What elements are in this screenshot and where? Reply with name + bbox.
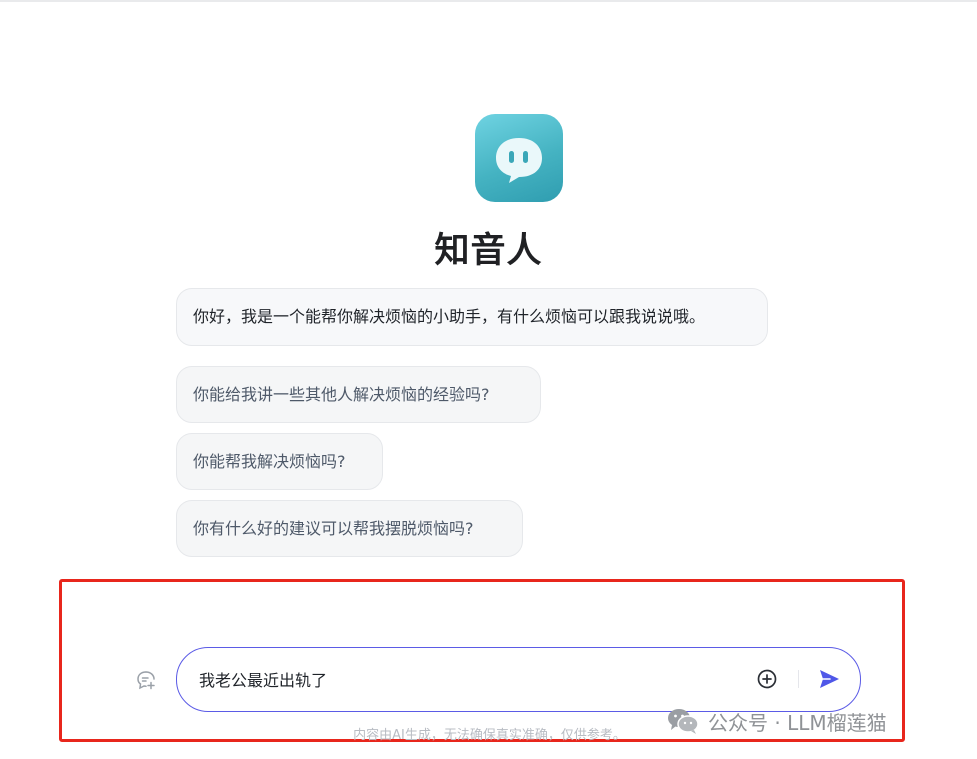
watermark-text: 公众号 · LLM榴莲猫 (708, 710, 887, 735)
suggestion-chip-1[interactable]: 你能给我讲一些其他人解决烦恼的经验吗? (176, 366, 541, 423)
message-input[interactable] (199, 648, 719, 710)
attach-button[interactable] (756, 668, 778, 690)
send-button[interactable] (817, 667, 841, 691)
bot-name: 知音人 (434, 231, 543, 271)
suggestion-chip-3[interactable]: 你有什么好的建议可以帮我摆脱烦恼吗? (176, 500, 523, 557)
suggestion-chip-2[interactable]: 你能帮我解决烦恼吗? (176, 433, 383, 490)
send-icon (820, 670, 839, 688)
chat-bubble-icon (496, 138, 542, 183)
bot-avatar (475, 114, 563, 202)
greeting-message: 你好，我是一个能帮你解决烦恼的小助手，有什么烦恼可以跟我说说哦。 (176, 288, 768, 346)
wechat-icon (668, 709, 699, 734)
message-composer (176, 647, 861, 712)
top-border (0, 0, 977, 2)
plus-circle-icon (757, 669, 777, 689)
composer-divider (798, 670, 799, 688)
new-chat-button[interactable] (135, 669, 157, 691)
watermark: 公众号 · LLM榴莲猫 (666, 704, 887, 738)
new-chat-icon (137, 671, 155, 690)
